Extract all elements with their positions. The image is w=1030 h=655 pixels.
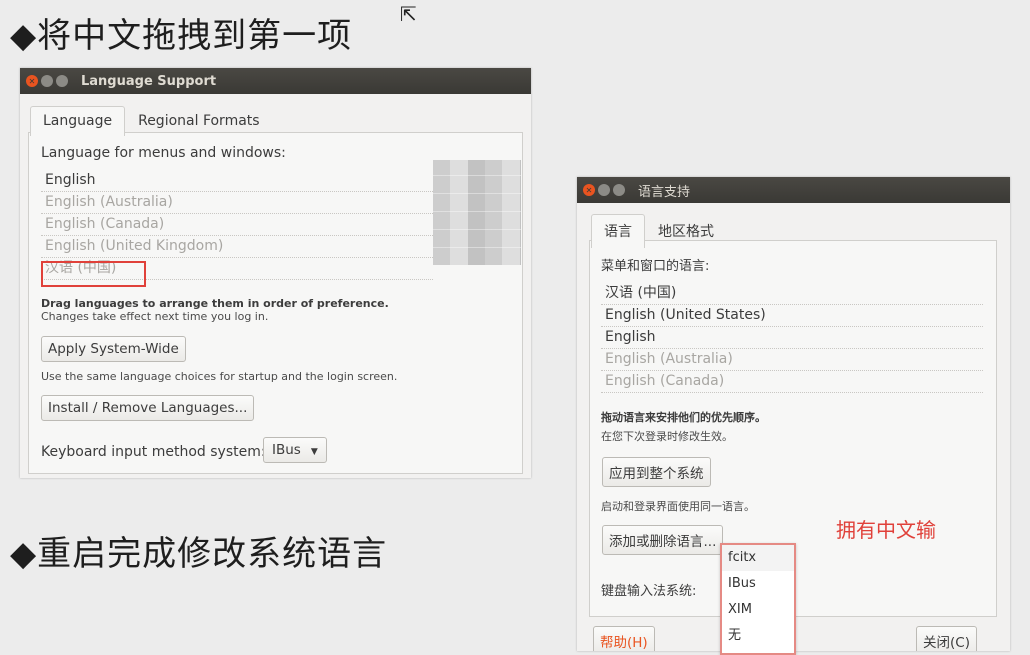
dropdown-option[interactable]: fcitx xyxy=(722,545,794,571)
dropdown-option[interactable]: 无 xyxy=(722,623,794,649)
tab-regional-formats[interactable]: 地区格式 xyxy=(645,214,727,248)
maximize-window-icon[interactable] xyxy=(613,184,625,196)
install-remove-languages-button[interactable]: Install / Remove Languages... xyxy=(41,395,255,421)
close-window-icon[interactable]: ✕ xyxy=(583,184,595,196)
maximize-window-icon[interactable] xyxy=(56,75,68,87)
input-method-label: Keyboard input method system: xyxy=(41,444,266,460)
install-remove-languages-button[interactable]: 添加或删除语言... xyxy=(602,525,724,555)
language-list[interactable]: 汉语 (中国) English (United States) English Eng… xyxy=(601,283,983,393)
language-list-item[interactable]: English xyxy=(601,327,983,349)
window-titlebar: ✕ Language Support xyxy=(20,68,531,94)
input-method-dropdown[interactable]: fcitx IBus XIM 无 xyxy=(720,543,796,655)
same-choice-hint: Use the same language choices for startu… xyxy=(41,370,398,383)
minimize-window-icon[interactable] xyxy=(598,184,610,196)
tab-bar: 语言 地区格式 xyxy=(591,214,727,248)
step1-heading: ◆将中文拖拽到第一项 xyxy=(10,16,353,56)
window-title: Language Support xyxy=(81,73,217,89)
pixelated-image xyxy=(433,160,521,265)
menus-language-label: 菜单和窗口的语言: xyxy=(601,259,710,274)
tab-language[interactable]: 语言 xyxy=(591,214,645,248)
same-choice-hint: 启动和登录界面使用同一语言。 xyxy=(601,500,755,513)
window-titlebar: ✕ 语言支持 xyxy=(577,177,1010,203)
annotation-note: 拥有中文输 xyxy=(836,518,936,542)
tab-regional-formats[interactable]: Regional Formats xyxy=(125,106,272,136)
dropdown-option[interactable]: IBus xyxy=(722,571,794,597)
language-list-item[interactable]: English (Australia) xyxy=(41,192,433,214)
language-list-item[interactable]: English (United States) xyxy=(601,305,983,327)
language-list-item[interactable]: 汉语 (中国) xyxy=(601,283,983,305)
step2-heading: ◆重启完成修改系统语言 xyxy=(10,534,388,574)
language-list-item[interactable]: English (Canada) xyxy=(601,371,983,393)
close-button[interactable]: 关闭(C) xyxy=(916,626,977,651)
minimize-window-icon[interactable] xyxy=(41,75,53,87)
dropdown-option[interactable]: XIM xyxy=(722,597,794,623)
apply-system-wide-button[interactable]: Apply System-Wide xyxy=(41,336,186,362)
close-window-icon[interactable]: ✕ xyxy=(26,75,38,87)
menus-language-label: Language for menus and windows: xyxy=(41,145,286,161)
highlight-box xyxy=(41,261,146,287)
dropdown-arrow-icon: ▼ xyxy=(310,447,318,457)
drag-hint: 拖动语言来安排他们的优先顺序。 xyxy=(601,411,766,424)
window-title: 语言支持 xyxy=(638,184,691,200)
mouse-cursor-icon: ⇱ xyxy=(400,2,417,26)
drag-hint: Drag languages to arrange them in order … xyxy=(41,297,389,310)
input-method-value: IBus xyxy=(272,442,301,458)
language-list-item[interactable]: English xyxy=(41,170,433,192)
tab-bar: Language Regional Formats xyxy=(30,106,273,136)
input-method-select[interactable]: IBus ▼ xyxy=(263,437,327,463)
language-list-item[interactable]: English (Australia) xyxy=(601,349,983,371)
effect-hint: 在您下次登录时修改生效。 xyxy=(601,430,733,443)
language-list-item[interactable]: English (Canada) xyxy=(41,214,433,236)
input-method-label: 键盘输入法系统: xyxy=(601,584,697,599)
language-list-item[interactable]: English (United Kingdom) xyxy=(41,236,433,258)
help-button[interactable]: 帮助(H) xyxy=(593,626,655,651)
effect-hint: Changes take effect next time you log in… xyxy=(41,310,269,323)
tab-language[interactable]: Language xyxy=(30,106,126,136)
apply-system-wide-button[interactable]: 应用到整个系统 xyxy=(602,457,711,487)
language-support-window: ✕ Language Support Language Regional For… xyxy=(20,68,531,478)
